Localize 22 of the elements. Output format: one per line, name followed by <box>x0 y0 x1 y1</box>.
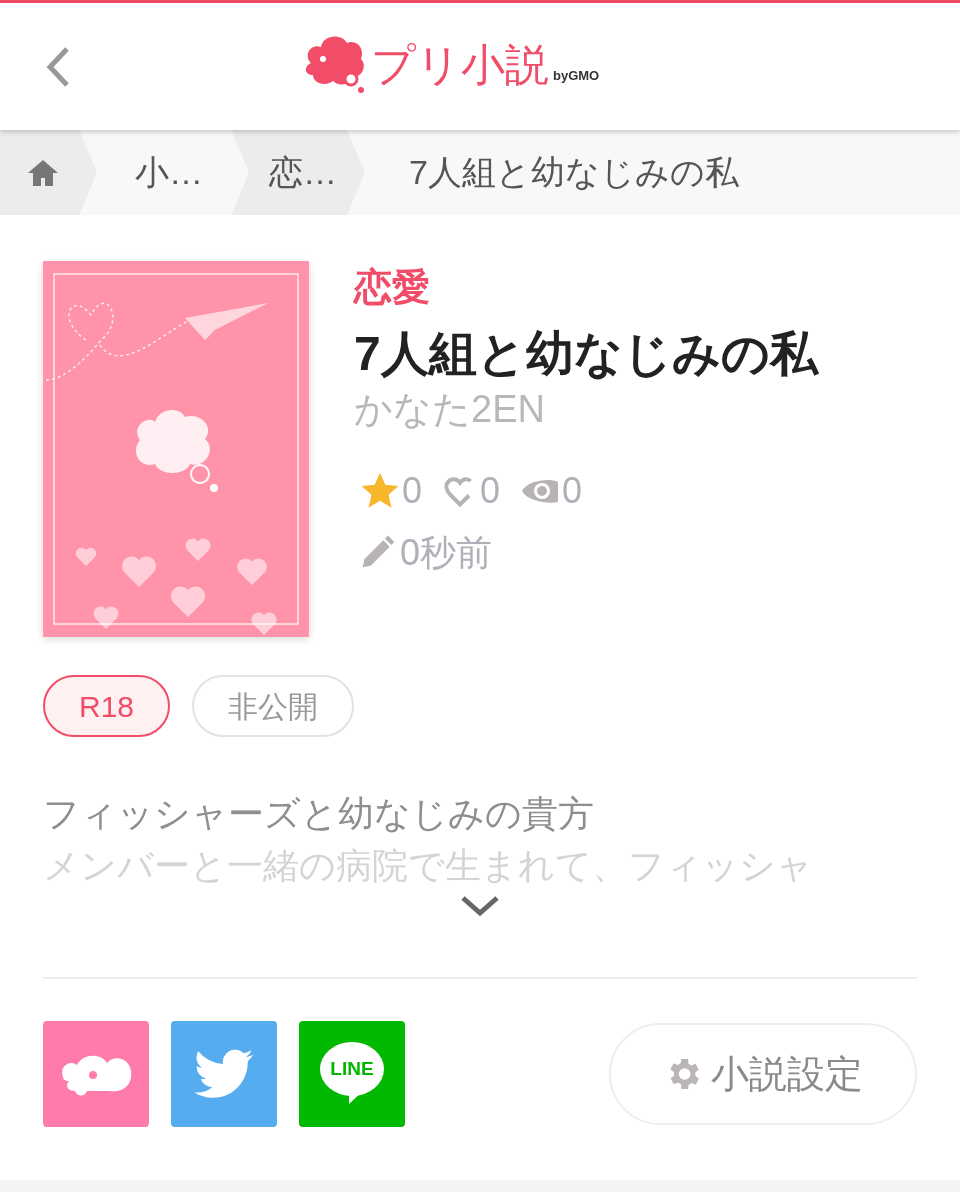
view-count: 0 <box>562 473 583 509</box>
novel-settings-button[interactable]: 小説設定 <box>609 1023 917 1125</box>
heart-count: 0 <box>480 473 501 509</box>
author-name: かなた2EN <box>354 386 546 432</box>
line-logo-text: LINE <box>330 1058 374 1078</box>
rating-tag: R18 <box>43 675 171 737</box>
novel-title: 7人組と幼なじみの私 <box>354 325 818 382</box>
logo-title: プリ小説 <box>371 43 549 87</box>
chevron-down-icon <box>460 895 500 917</box>
bird-icon <box>194 1049 254 1099</box>
star-count: 0 <box>402 473 423 509</box>
description-line: フィッシャーズと幼なじみの貴方 <box>43 792 595 836</box>
genre-label: 恋愛 <box>354 265 431 310</box>
status-tag: 非公開 <box>192 675 355 737</box>
home-crumb[interactable] <box>0 130 97 215</box>
chevron-left-icon <box>45 45 71 88</box>
logo-byline: byGMO <box>553 66 600 85</box>
prism-share-button[interactable] <box>43 1021 149 1127</box>
updated-time: 0秒前 <box>400 535 493 571</box>
breadcrumb-link[interactable]: 恋… <box>231 130 365 215</box>
speech-bubble-icon <box>319 1041 385 1105</box>
twitter-share-button[interactable] <box>171 1021 277 1127</box>
